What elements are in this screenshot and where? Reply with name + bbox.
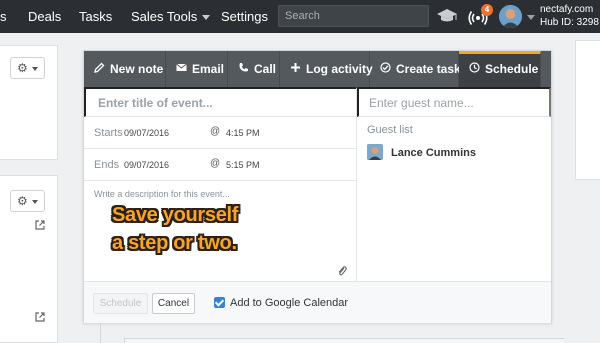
tab-label: Call — [254, 62, 277, 76]
timeline-card-edge — [124, 338, 564, 343]
ends-label: Ends — [94, 159, 120, 171]
google-calendar-checkbox[interactable] — [214, 297, 225, 308]
right-background-card — [575, 40, 600, 180]
search-input[interactable] — [278, 5, 429, 27]
external-link-icon[interactable] — [35, 312, 45, 322]
ends-row: Ends 09/07/2016 @ 5:15 PM — [84, 149, 356, 181]
external-link-icon[interactable] — [35, 220, 45, 230]
nav-item-tasks[interactable]: Tasks — [79, 9, 112, 24]
hub-id: Hub ID: 3298 — [540, 17, 599, 28]
tab-create-task[interactable]: Create task — [370, 51, 461, 87]
at-symbol: @ — [210, 126, 221, 137]
plus-icon — [291, 63, 300, 72]
account-info[interactable]: nectafy.com Hub ID: 3298 — [540, 3, 599, 29]
schedule-button[interactable]: Schedule — [93, 293, 148, 314]
end-date-field[interactable]: 09/07/2016 — [124, 160, 169, 170]
envelope-icon — [176, 63, 187, 71]
tab-log-activity[interactable]: Log activity — [280, 51, 373, 87]
chevron-down-icon — [202, 15, 211, 21]
avatar — [367, 144, 383, 160]
chevron-down-icon — [32, 67, 38, 71]
annotation-overlay: Save yourself a step or two. — [112, 201, 238, 257]
nav-item-sales-tools[interactable]: Sales Tools — [131, 9, 211, 24]
tab-call[interactable]: Call — [228, 51, 280, 87]
avatar[interactable] — [499, 5, 522, 28]
annotation-line-1: Save yourself — [112, 204, 239, 226]
top-nav: s Deals Tasks Sales Tools Settings 4 nec… — [0, 0, 600, 33]
tab-label: Schedule — [485, 62, 539, 76]
end-time-field[interactable]: 5:15 PM — [226, 160, 260, 170]
start-time-field[interactable]: 4:15 PM — [226, 128, 260, 138]
tab-new-note[interactable]: New note — [84, 51, 166, 87]
gear-icon: ⚙ — [17, 194, 28, 208]
guest-name: Lance Cummins — [391, 147, 476, 159]
nav-item-settings[interactable]: Settings — [221, 9, 268, 24]
tab-label: New note — [110, 62, 164, 76]
settings-dropdown-button[interactable]: ⚙ — [10, 190, 45, 212]
gear-icon: ⚙ — [17, 61, 28, 75]
nav-item-deals[interactable]: Deals — [28, 9, 61, 24]
clock-icon — [469, 62, 480, 73]
phone-icon — [239, 63, 248, 72]
modal-footer: Schedule Cancel Add to Google Calendar — [84, 281, 551, 323]
start-date-field[interactable]: 09/07/2016 — [124, 128, 169, 138]
nav-item-sales-tools-label: Sales Tools — [131, 9, 198, 24]
pencil-icon — [94, 62, 105, 73]
graduation-cap-icon[interactable] — [436, 7, 458, 25]
notification-badge: 4 — [481, 4, 493, 16]
tab-label: Email — [192, 62, 225, 76]
starts-row: Starts 09/07/2016 @ 4:15 PM — [84, 117, 356, 149]
chevron-down-icon[interactable] — [527, 15, 535, 20]
cancel-button[interactable]: Cancel — [152, 293, 195, 314]
starts-label: Starts — [94, 127, 123, 139]
event-title-input[interactable] — [84, 87, 357, 117]
annotation-line-2: a step or two. — [112, 232, 237, 254]
account-domain: nectafy.com — [540, 4, 594, 15]
tab-label: Log activity — [306, 62, 373, 76]
chevron-down-icon — [32, 200, 38, 204]
paperclip-icon[interactable] — [337, 265, 347, 277]
tab-bar: New note Email Call Log activity Create … — [84, 51, 551, 87]
check-circle-icon — [380, 62, 391, 73]
guest-list-label: Guest list — [367, 124, 413, 136]
activity-composer: New note Email Call Log activity Create … — [83, 50, 552, 323]
tab-label: Create task — [396, 62, 461, 76]
tab-schedule[interactable]: Schedule — [459, 51, 541, 87]
settings-dropdown-button[interactable]: ⚙ — [10, 57, 45, 79]
at-symbol: @ — [210, 158, 221, 169]
tab-email[interactable]: Email — [166, 51, 228, 87]
nav-item-partial[interactable]: s — [0, 9, 7, 24]
description-textarea[interactable]: Write a description for this event... — [94, 189, 230, 199]
google-calendar-label: Add to Google Calendar — [230, 297, 349, 309]
guest-name-input[interactable] — [357, 87, 551, 117]
